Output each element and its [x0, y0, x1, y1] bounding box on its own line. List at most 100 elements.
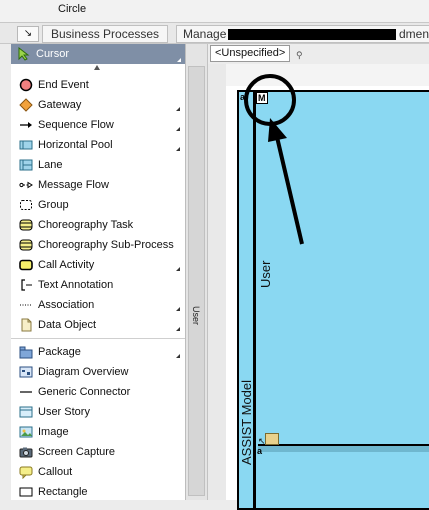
user-story-icon [19, 405, 33, 419]
palette-item-image[interactable]: Image [11, 422, 185, 442]
pool-icon [19, 138, 33, 152]
palette-item-user-story[interactable]: User Story [11, 402, 185, 422]
end-event-icon [19, 78, 33, 92]
choreography-subprocess-icon [19, 238, 33, 252]
image-icon [19, 425, 33, 439]
breadcrumb: ↘ Business Processes Manage dmen [0, 22, 429, 44]
callout-icon [19, 465, 33, 479]
palette-item-label: Message Flow [38, 179, 109, 191]
sub-diagram-icon[interactable] [265, 433, 279, 445]
diagram-overview-icon [19, 365, 33, 379]
palette-item-label: Horizontal Pool [38, 139, 113, 151]
palette-item-diagram-overview[interactable]: Diagram Overview [11, 362, 185, 382]
palette-item-label: User Story [38, 406, 90, 418]
lane-marker-m[interactable]: M [256, 92, 268, 104]
lane-label-user[interactable]: User [258, 248, 273, 288]
scroll-up-icon [94, 65, 100, 70]
palette-item-label: Group [38, 199, 69, 211]
palette-item-screen-capture[interactable]: Screen Capture [11, 442, 185, 462]
call-activity-icon [19, 258, 33, 272]
more-options-icon[interactable] [176, 147, 180, 151]
choreography-task-icon [19, 218, 33, 232]
magnifier-icon[interactable]: ⚲ [296, 50, 303, 61]
palette-item-callout[interactable]: Callout [11, 462, 185, 482]
palette-item-label: Lane [38, 159, 63, 171]
rectangle-icon [19, 485, 33, 499]
crumb2-end: dmen [399, 27, 429, 41]
palette-item-gateway[interactable]: Gateway [11, 95, 185, 115]
palette-separator [11, 338, 185, 339]
more-options-icon[interactable] [176, 107, 180, 111]
palette-item-call-activity[interactable]: Call Activity [11, 255, 185, 275]
palette-item-choreography-task[interactable]: Choreography Task [11, 215, 185, 235]
lane-icon [19, 158, 33, 172]
generic-connector-icon [19, 385, 33, 399]
palette-item-group[interactable]: Group [11, 195, 185, 215]
palette-item-label: Association [38, 299, 95, 311]
association-icon [19, 298, 33, 312]
palette-group-bpmn: End Event Gateway Sequence Flow Horizontal … [11, 75, 185, 335]
breadcrumb-business-processes[interactable]: Business Processes [42, 25, 169, 43]
palette-scrollbar-thumb[interactable] [188, 66, 205, 496]
more-options-icon[interactable] [176, 307, 180, 311]
palette-item-package[interactable]: Package [11, 342, 185, 362]
data-object-icon [19, 318, 33, 332]
palette-item-label: Data Object [38, 319, 97, 331]
palette-item-label: End Event [38, 79, 89, 91]
pool-label-assist-model[interactable]: ASSIST Model [239, 375, 254, 465]
package-icon [19, 345, 33, 359]
palette-item-choreography-sub-process[interactable]: Choreography Sub-Process [11, 235, 185, 255]
lane-divider[interactable] [258, 444, 429, 452]
circle-label: Circle [58, 3, 87, 15]
palette-item-label: Image [38, 426, 69, 438]
pool-marker-a: a [240, 92, 246, 102]
palette-scroll-up[interactable] [11, 64, 185, 75]
palette-collapse-strip[interactable]: User [186, 44, 208, 500]
palette-item-cursor[interactable]: Cursor [11, 44, 185, 64]
palette-group-common: Package Diagram Overview Generic Connector… [11, 342, 185, 500]
palette-item-label: Choreography Task [38, 219, 134, 231]
gateway-icon [19, 98, 33, 112]
canvas-left-margin [208, 64, 226, 500]
palette-item-generic-connector[interactable]: Generic Connector [11, 382, 185, 402]
palette-item-label: Rectangle [38, 486, 88, 498]
more-options-icon[interactable] [176, 127, 180, 131]
palette-item-label: Diagram Overview [38, 366, 129, 378]
tab-unspecified[interactable]: <Unspecified> [210, 45, 291, 62]
canvas-top-margin [208, 64, 429, 86]
palette-item-label: Choreography Sub-Process [38, 239, 174, 251]
palette-item-sequence-flow[interactable]: Sequence Flow [11, 115, 185, 135]
cursor-icon [17, 47, 31, 61]
palette-item-end-event[interactable]: End Event [11, 75, 185, 95]
palette-item-lane[interactable]: Lane [11, 155, 185, 175]
palette-item-association[interactable]: Association [11, 295, 185, 315]
palette-item-label: Text Annotation [38, 279, 114, 291]
more-options-icon[interactable] [176, 354, 180, 358]
text-annotation-icon [19, 278, 33, 292]
palette-item-rectangle[interactable]: Rectangle [11, 482, 185, 500]
crumb2-start: Manage [183, 27, 227, 41]
palette-item-label: Package [38, 346, 81, 358]
navigate-up-button[interactable]: ↘ [17, 26, 39, 42]
palette-item-label: Generic Connector [38, 386, 131, 398]
message-flow-icon [19, 178, 33, 192]
redaction-bar [228, 29, 396, 40]
more-options-icon[interactable] [176, 267, 180, 271]
palette-item-label: Gateway [38, 99, 82, 111]
palette-item-text-annotation[interactable]: Text Annotation [11, 275, 185, 295]
palette-item-message-flow[interactable]: Message Flow [11, 175, 185, 195]
strip-label: User [191, 306, 201, 326]
palette-item-data-object[interactable]: Data Object [11, 315, 185, 335]
diagram-palette: Cursor End Event Gateway Sequence Flow Hori… [11, 44, 186, 500]
group-icon [19, 198, 33, 212]
top-strip: Circle [0, 0, 429, 22]
lane-marker-a: a [257, 446, 263, 456]
sequence-flow-icon [19, 118, 33, 132]
palette-item-label: Screen Capture [38, 446, 116, 458]
palette-item-label: Callout [38, 466, 73, 478]
screen-capture-icon [19, 445, 33, 459]
palette-item-horizontal-pool[interactable]: Horizontal Pool [11, 135, 185, 155]
palette-item-label: Sequence Flow [38, 119, 114, 131]
more-options-icon[interactable] [176, 327, 180, 331]
more-options-icon[interactable] [177, 58, 181, 62]
